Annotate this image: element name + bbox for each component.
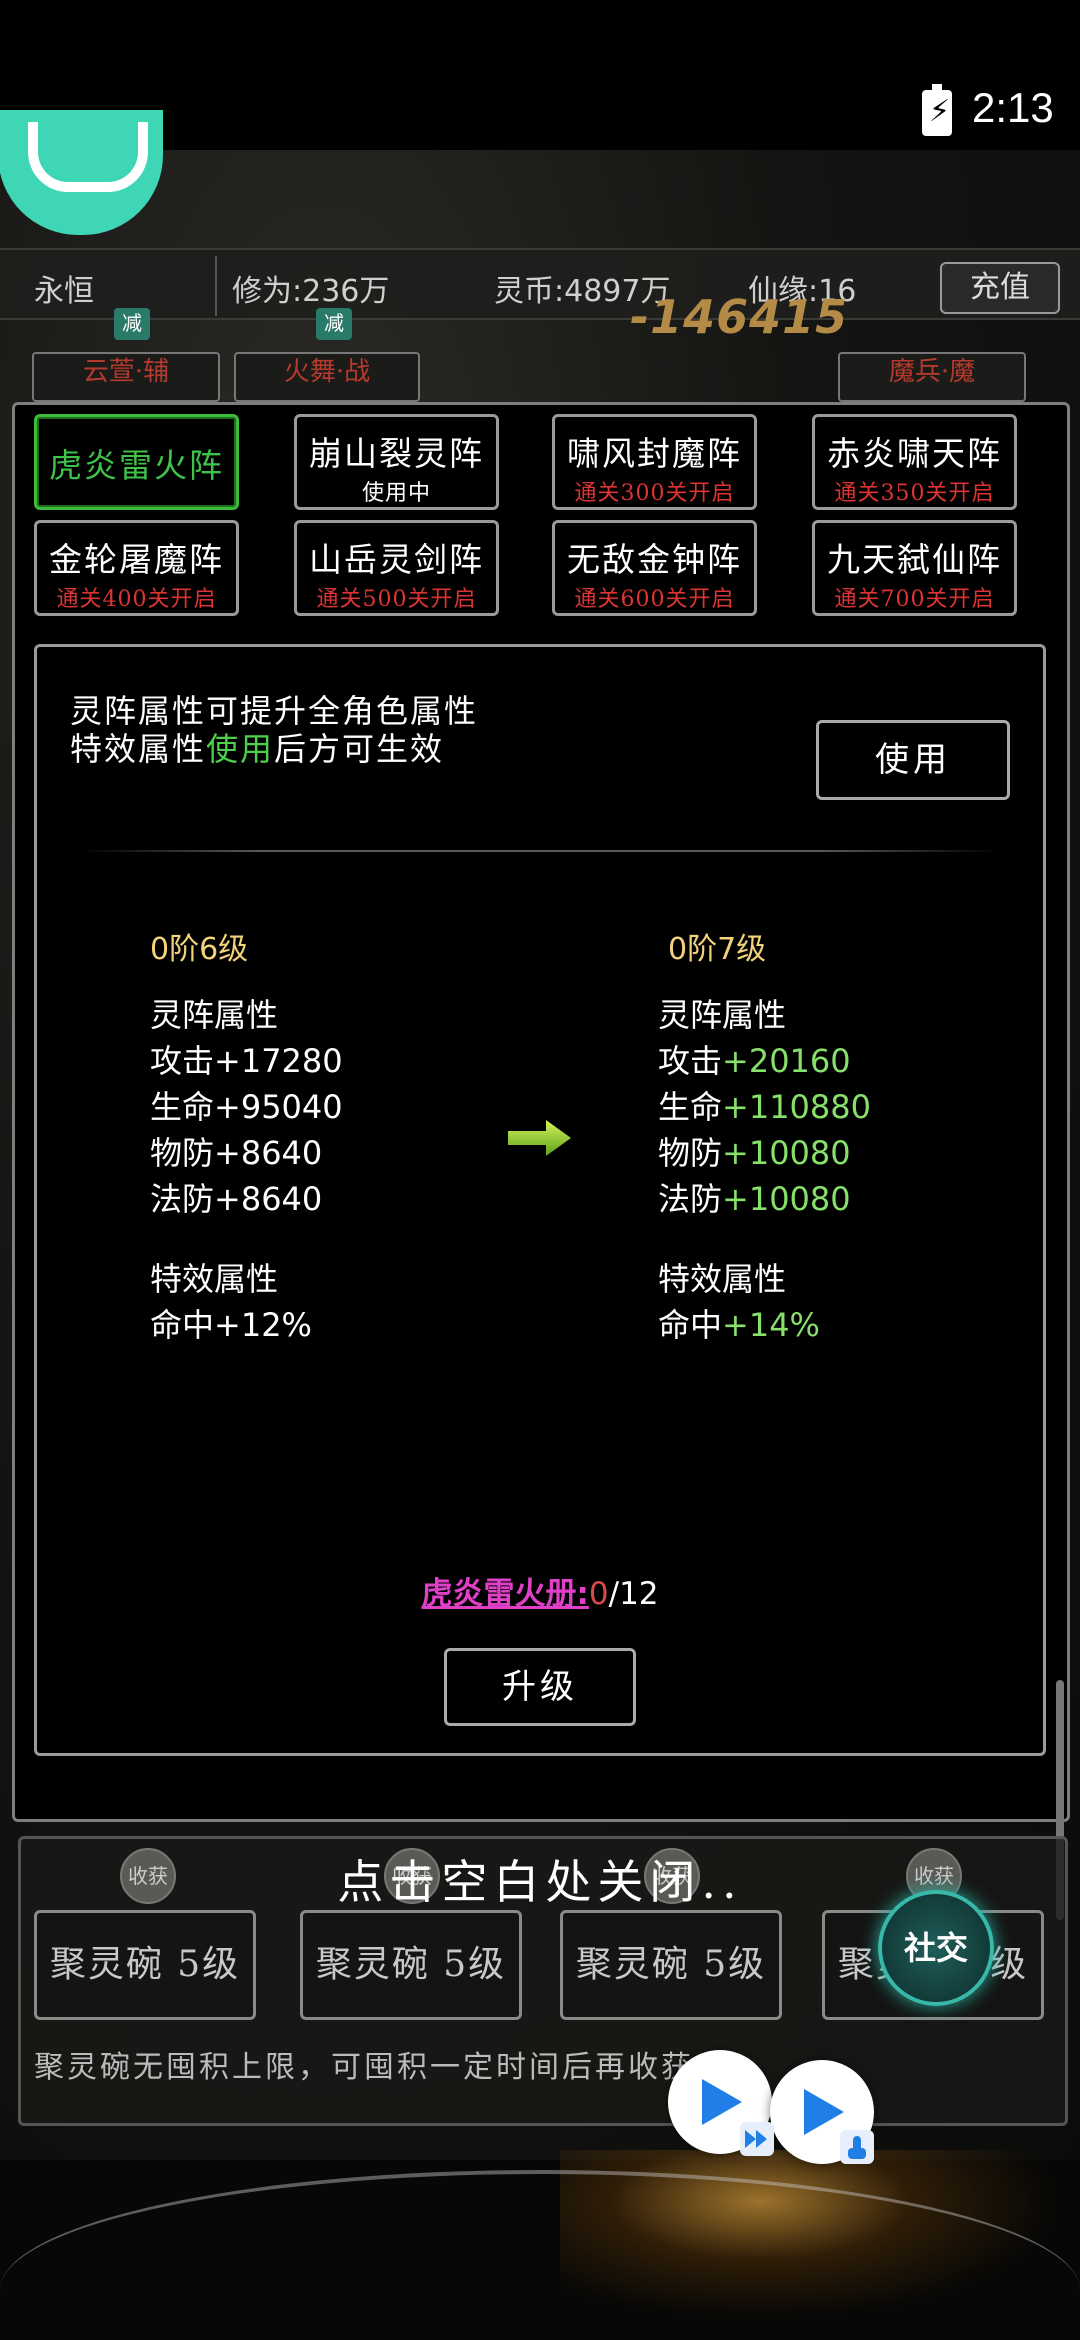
next-level: 0阶7级 (668, 932, 767, 967)
debuff-tag: 减 (316, 308, 352, 340)
formation-button-nine-heavens[interactable]: 九天弑仙阵 通关700关开启 (812, 520, 1017, 616)
formation-unlock-hint: 通关300关开启 (574, 481, 735, 506)
divider (80, 850, 1000, 852)
spirit-bowl-button[interactable]: 聚灵碗 5级 (300, 1910, 522, 2020)
attr-value: +8640 (214, 1180, 323, 1218)
next-effect-row: 命中+14% (658, 1302, 820, 1348)
current-attr-header: 灵阵属性 (150, 996, 279, 1034)
info-bar: 永恒 修为:236万 灵币:4897万 仙缘:16 充值 (0, 248, 1080, 320)
info-separator (215, 256, 217, 316)
material-count: 虎炎雷火册:0/12 (0, 1568, 1080, 1613)
formation-button-golden-wheel[interactable]: 金轮屠魔阵 通关400关开启 (34, 520, 239, 616)
formation-status: 使用中 (361, 481, 431, 506)
effect-value: +12% (214, 1306, 312, 1344)
status-clock: 2:13 (972, 84, 1054, 131)
material-link[interactable]: 虎炎雷火册: (421, 1576, 588, 1612)
current-attr-row: 攻击+17280 (150, 1038, 343, 1084)
next-attr-row: 生命+110880 (658, 1084, 871, 1130)
formation-effect-note: 特效属性使用后方可生效 (70, 724, 444, 770)
formation-name: 无敌金钟阵 (567, 540, 742, 579)
current-effect-header: 特效属性 (150, 1260, 279, 1298)
formation-button-red-flame[interactable]: 赤炎啸天阵 通关350关开启 (812, 414, 1017, 510)
formation-unlock-hint: 通关700关开启 (834, 587, 995, 612)
attr-name: 攻击 (658, 1042, 723, 1080)
recharge-button[interactable]: 充值 (940, 262, 1060, 314)
current-attr-row: 法防+8640 (150, 1176, 322, 1222)
team-unit[interactable]: 火舞·战 (234, 352, 420, 402)
attr-name: 生命 (658, 1088, 723, 1126)
material-have: 0 (588, 1576, 609, 1612)
fast-forward-icon[interactable] (740, 2122, 774, 2156)
damage-number: -146415 (630, 290, 849, 344)
attr-value: +10080 (722, 1134, 851, 1172)
formation-name: 山岳灵剑阵 (309, 540, 484, 579)
attr-value: +20160 (722, 1042, 851, 1080)
player-title: 永恒 (34, 274, 94, 309)
formation-button-wind-seal[interactable]: 啸风封魔阵 通关300关开启 (552, 414, 757, 510)
formation-unlock-hint: 通关500关开启 (316, 587, 477, 612)
battery-charging-icon: ⚡ (922, 84, 952, 136)
attr-value: +8640 (214, 1134, 323, 1172)
effect-name: 命中 (658, 1306, 723, 1344)
attr-name: 攻击 (150, 1042, 215, 1080)
effect-note-part: 特效属性 (70, 730, 207, 768)
formation-button-mountain-sword[interactable]: 山岳灵剑阵 通关500关开启 (294, 520, 499, 616)
formation-name: 赤炎啸天阵 (827, 434, 1002, 473)
attr-value: +110880 (722, 1088, 871, 1126)
team-unit[interactable]: 云萱·辅 (32, 352, 220, 402)
attr-name: 法防 (150, 1180, 215, 1218)
effect-value: +14% (722, 1306, 820, 1344)
tap-icon[interactable] (840, 2130, 874, 2164)
next-attr-header: 灵阵属性 (658, 996, 787, 1034)
attr-value: +10080 (722, 1180, 851, 1218)
cultivation-value: 修为:236万 (232, 274, 390, 309)
effect-name: 命中 (150, 1306, 215, 1344)
effect-note-highlight: 使用 (206, 730, 275, 768)
next-attr-row: 法防+10080 (658, 1176, 851, 1222)
next-attr-row: 攻击+20160 (658, 1038, 851, 1084)
current-attr-row: 生命+95040 (150, 1084, 343, 1130)
attr-name: 物防 (150, 1134, 215, 1172)
formation-button-golden-bell[interactable]: 无敌金钟阵 通关600关开启 (552, 520, 757, 616)
attr-name: 法防 (658, 1180, 723, 1218)
formation-button-tiger-flame[interactable]: 虎炎雷火阵 (34, 414, 239, 510)
effect-note-part: 后方可生效 (274, 730, 445, 768)
formation-name: 虎炎雷火阵 (49, 446, 224, 485)
formation-name: 崩山裂灵阵 (309, 434, 484, 473)
formation-unlock-hint: 通关600关开启 (574, 587, 735, 612)
use-button[interactable]: 使用 (816, 720, 1010, 800)
upgrade-button[interactable]: 升级 (444, 1648, 636, 1726)
formation-button-mountain-split[interactable]: 崩山裂灵阵 使用中 (294, 414, 499, 510)
attr-value: +95040 (214, 1088, 343, 1126)
upgrade-arrow-icon (508, 1120, 571, 1156)
spirit-bowl-button[interactable]: 聚灵碗 5级 (560, 1910, 782, 2020)
current-effect-row: 命中+12% (150, 1302, 312, 1348)
current-level: 0阶6级 (150, 932, 249, 967)
formation-name: 九天弑仙阵 (827, 540, 1002, 579)
team-unit[interactable]: 魔兵·魔 (838, 352, 1026, 402)
attr-value: +17280 (214, 1042, 343, 1080)
current-attr-row: 物防+8640 (150, 1130, 322, 1176)
debuff-tag: 减 (114, 308, 150, 340)
formation-name: 啸风封魔阵 (567, 434, 742, 473)
formation-unlock-hint: 通关400关开启 (56, 587, 217, 612)
social-button[interactable]: 社交 (878, 1890, 994, 2006)
spirit-bowl-button[interactable]: 聚灵碗 5级 (34, 1910, 256, 2020)
formation-name: 金轮屠魔阵 (49, 540, 224, 579)
material-need: /12 (608, 1576, 659, 1612)
formation-unlock-hint: 通关350关开启 (834, 481, 995, 506)
next-effect-header: 特效属性 (658, 1260, 787, 1298)
play-icon (702, 2079, 742, 2125)
attr-name: 物防 (658, 1134, 723, 1172)
attr-name: 生命 (150, 1088, 215, 1126)
next-attr-row: 物防+10080 (658, 1130, 851, 1176)
spirit-bowl-note: 聚灵碗无囤积上限，可囤积一定时间后再收获 (34, 2050, 694, 2085)
